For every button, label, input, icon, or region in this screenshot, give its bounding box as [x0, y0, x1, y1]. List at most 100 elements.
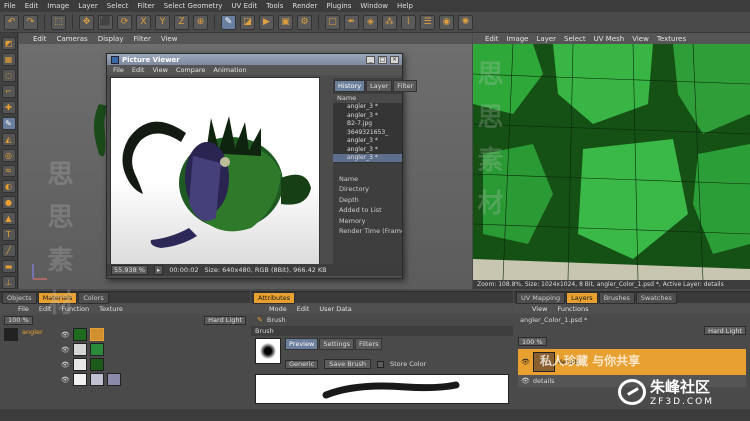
tab-settings[interactable]: Settings: [319, 338, 354, 350]
materials-menu-file[interactable]: File: [18, 305, 29, 313]
material-swatch[interactable]: [72, 373, 87, 386]
pv-menu-animation[interactable]: Animation: [213, 66, 246, 74]
menu-render[interactable]: Render: [292, 2, 317, 10]
materials-blend-dropdown[interactable]: Hard Light: [204, 315, 246, 325]
axis-x-icon[interactable]: X: [136, 14, 151, 30]
pv-zoom-field[interactable]: 55.938 %: [111, 265, 148, 275]
picture-viewer-image[interactable]: [110, 77, 320, 265]
history-item[interactable]: angler_3 *: [333, 103, 402, 112]
uv-texture-view[interactable]: Edit Image Layer Select UV Mesh View Tex…: [473, 33, 750, 289]
scale-icon[interactable]: ⬛: [98, 14, 113, 30]
save-brush-button[interactable]: Save Brush: [324, 359, 371, 369]
coordinate-icon[interactable]: ⊕: [193, 14, 208, 30]
material-swatch[interactable]: [72, 358, 87, 371]
line-tool-icon[interactable]: ╱: [1, 244, 16, 258]
materials-menu-edit[interactable]: Edit: [39, 305, 52, 313]
tab-history[interactable]: History: [334, 80, 366, 92]
layers-menu-functions[interactable]: Functions: [557, 305, 588, 313]
blur-tool-icon[interactable]: ●: [1, 196, 16, 210]
redo-icon[interactable]: ↷: [23, 14, 38, 30]
material-swatch[interactable]: [106, 373, 121, 386]
brush-tip-preview[interactable]: [255, 338, 281, 364]
pv-zoom-step-icon[interactable]: ▸: [154, 265, 164, 275]
attributes-menu-user-data[interactable]: User Data: [319, 305, 351, 313]
material-swatch[interactable]: [89, 343, 104, 356]
camera-icon[interactable]: ◉: [439, 14, 454, 30]
store-color-checkbox[interactable]: [377, 360, 384, 368]
pv-menu-file[interactable]: File: [113, 66, 124, 74]
text-tool-icon[interactable]: T: [1, 228, 16, 242]
lasso-select-icon[interactable]: ◌: [1, 68, 16, 82]
tab-colors[interactable]: Colors: [78, 291, 109, 304]
eraser-icon[interactable]: ◪: [240, 14, 255, 30]
material-swatch[interactable]: [72, 343, 87, 356]
deformer-icon[interactable]: ⌇: [401, 14, 416, 30]
history-item[interactable]: B2-7.jpg: [333, 120, 402, 129]
brush-tool-icon[interactable]: ✎: [1, 116, 16, 130]
tab-materials[interactable]: Materials: [37, 291, 78, 304]
smudge-tool-icon[interactable]: ≈: [1, 164, 16, 178]
fill-tool-icon[interactable]: ◭: [1, 132, 16, 146]
menu-uv-edit[interactable]: UV Edit: [231, 2, 257, 10]
minimize-icon[interactable]: _: [366, 55, 375, 64]
viewport-menu-cameras[interactable]: Cameras: [57, 35, 88, 43]
tab-preview[interactable]: Preview: [285, 338, 319, 350]
tab-objects[interactable]: Objects: [2, 291, 37, 304]
layers-blend-dropdown[interactable]: Hard Light: [704, 326, 746, 335]
pv-menu-view[interactable]: View: [152, 66, 167, 74]
texture-mode-icon[interactable]: ▦: [1, 52, 16, 66]
viewport-menu-edit[interactable]: Edit: [33, 35, 47, 43]
pen-icon[interactable]: ✒: [344, 14, 359, 30]
menu-image[interactable]: Image: [47, 2, 69, 10]
clone-tool-icon[interactable]: ◎: [1, 148, 16, 162]
menu-select[interactable]: Select: [107, 2, 129, 10]
material-swatch[interactable]: [89, 373, 104, 386]
uv-menu-edit[interactable]: Edit: [485, 35, 499, 43]
undo-icon[interactable]: ↶: [4, 14, 19, 30]
render-region-icon[interactable]: ▣: [278, 14, 293, 30]
history-item[interactable]: 3649321653_: [333, 129, 402, 137]
attributes-menu-edit[interactable]: Edit: [297, 305, 310, 313]
tab-brushes[interactable]: Brushes: [598, 291, 635, 304]
cube-icon[interactable]: ▢: [325, 14, 340, 30]
uv-menu-view[interactable]: View: [632, 35, 649, 43]
menu-edit[interactable]: Edit: [25, 2, 39, 10]
object-name[interactable]: angler: [22, 328, 43, 336]
uv-menu-image[interactable]: Image: [507, 35, 529, 43]
tab-filters[interactable]: Filters: [354, 338, 383, 350]
menu-select-geometry[interactable]: Select Geometry: [164, 2, 223, 10]
tab-filter[interactable]: Filter: [393, 80, 418, 92]
light-icon[interactable]: ✺: [458, 14, 473, 30]
tab-uv-mapping[interactable]: UV Mapping: [516, 291, 566, 304]
maximize-icon[interactable]: □: [378, 55, 387, 64]
menu-window[interactable]: Window: [360, 2, 388, 10]
menu-help[interactable]: Help: [397, 2, 413, 10]
attributes-menu-mode[interactable]: Mode: [269, 305, 287, 313]
history-item[interactable]: angler_3 *: [333, 112, 402, 120]
eye-icon[interactable]: 👁: [61, 331, 70, 339]
axis-z-icon[interactable]: Z: [174, 14, 189, 30]
menu-tools[interactable]: Tools: [266, 2, 283, 10]
eye-icon[interactable]: 👁: [521, 358, 530, 366]
transform-icon[interactable]: ✚: [1, 100, 16, 114]
axis-y-icon[interactable]: Y: [155, 14, 170, 30]
menu-filter[interactable]: Filter: [137, 2, 154, 10]
uv-menu-layer[interactable]: Layer: [537, 35, 557, 43]
render-settings-icon[interactable]: ⚙: [297, 14, 312, 30]
dodge-tool-icon[interactable]: ◐: [1, 180, 16, 194]
material-swatch[interactable]: [89, 358, 104, 371]
tab-attributes[interactable]: Attributes: [253, 291, 296, 304]
move-icon[interactable]: ✥: [79, 14, 94, 30]
material-swatch[interactable]: [72, 328, 87, 341]
menu-file[interactable]: File: [4, 2, 16, 10]
viewport-menu-filter[interactable]: Filter: [134, 35, 151, 43]
object-thumbnail[interactable]: [4, 328, 18, 341]
sharpen-tool-icon[interactable]: ▲: [1, 212, 16, 226]
subdivision-icon[interactable]: ◈: [363, 14, 378, 30]
axis-icon[interactable]: ⊥: [1, 276, 16, 289]
tab-layer[interactable]: Layer: [366, 80, 393, 92]
materials-menu-texture[interactable]: Texture: [99, 305, 123, 313]
close-icon[interactable]: ×: [390, 55, 399, 64]
history-item-selected[interactable]: angler_3 *: [333, 154, 402, 163]
eye-icon[interactable]: 👁: [61, 361, 70, 369]
